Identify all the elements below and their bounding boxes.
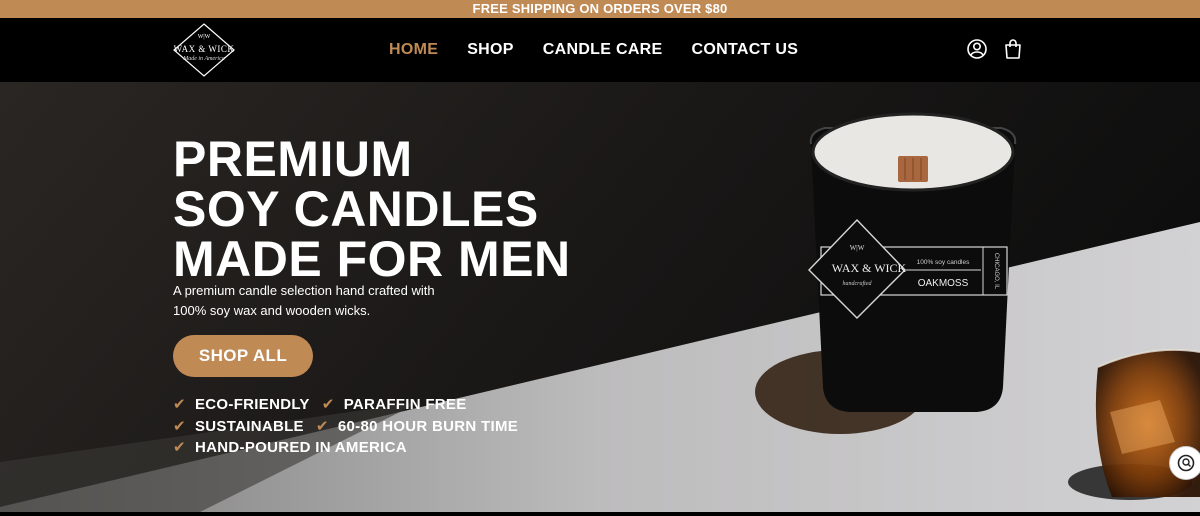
label-side: CHICAGO, IL: [993, 253, 999, 290]
zoom-in-button[interactable]: [1169, 446, 1200, 480]
hero-subtitle: A premium candle selection hand crafted …: [173, 281, 473, 321]
hero-banner: PREMIUM SOY CANDLES MADE FOR MEN A premi…: [0, 82, 1200, 512]
feature-label: 60-80 HOUR BURN TIME: [337, 417, 519, 435]
hero-title-line: PREMIUM: [173, 131, 413, 187]
logo-name: WAX & WICK: [173, 44, 235, 54]
label-monogram: W|W: [850, 244, 865, 252]
check-icon: ✔: [321, 396, 335, 413]
nav-candle-care[interactable]: CANDLE CARE: [543, 18, 663, 82]
hero-title-line: MADE FOR MEN: [173, 231, 571, 287]
nav-home[interactable]: HOME: [389, 18, 438, 82]
feature-item: ✔ SUSTAINABLE: [173, 416, 304, 438]
label-brand: WAX & WICK: [832, 261, 907, 275]
zoom-icon: [1177, 454, 1195, 472]
feature-label: HAND-POURED IN AMERICA: [195, 439, 407, 456]
hero-title-line: SOY CANDLES: [173, 181, 539, 237]
announcement-bar: FREE SHIPPING ON ORDERS OVER $80: [0, 0, 1200, 18]
candle-product-image: W|W WAX & WICK handcrafted 100% soy cand…: [755, 112, 1017, 434]
feature-label: ECO-FRIENDLY: [195, 396, 310, 413]
site-header: W|W WAX & WICK Made in America HOME SHOP…: [0, 18, 1200, 82]
feature-list: ✔ ECO-FRIENDLY ✔ PARAFFIN FREE ✔ SUSTAINABL…: [173, 394, 530, 459]
feature-label: PARAFFIN FREE: [343, 396, 467, 413]
logo[interactable]: W|W WAX & WICK Made in America: [170, 22, 238, 78]
account-icon[interactable]: [966, 38, 988, 60]
feature-item: ✔ ECO-FRIENDLY: [173, 394, 310, 416]
announcement-text: FREE SHIPPING ON ORDERS OVER $80: [472, 1, 728, 16]
logo-monogram: W|W: [197, 34, 211, 40]
bottom-border: [0, 512, 1200, 516]
check-icon: ✔: [173, 417, 186, 435]
cart-icon[interactable]: [1002, 38, 1024, 60]
label-script: handcrafted: [843, 280, 873, 287]
main-nav: HOME SHOP CANDLE CARE CONTACT US: [389, 18, 827, 82]
feature-item: ✔ HAND-POURED IN AMERICA: [173, 437, 407, 459]
feature-label: SUSTAINABLE: [195, 417, 304, 435]
shop-all-button[interactable]: SHOP ALL: [173, 335, 313, 377]
nav-shop[interactable]: SHOP: [467, 18, 514, 82]
hero-title: PREMIUM SOY CANDLES MADE FOR MEN: [173, 134, 571, 284]
logo-tagline: Made in America: [183, 56, 225, 62]
check-icon: ✔: [315, 417, 329, 435]
nav-contact-us[interactable]: CONTACT US: [692, 18, 799, 82]
label-scent: OAKMOSS: [918, 278, 969, 289]
hero-subtitle-line: 100% soy wax and wooden wicks.: [173, 303, 371, 318]
check-icon: ✔: [173, 439, 186, 456]
label-line1: 100% soy candles: [917, 259, 971, 266]
header-actions: [966, 38, 1024, 60]
feature-item: ✔ 60-80 HOUR BURN TIME: [316, 416, 518, 438]
check-icon: ✔: [173, 396, 186, 413]
feature-item: ✔ PARAFFIN FREE: [322, 394, 467, 416]
hero-subtitle-line: A premium candle selection hand crafted …: [173, 283, 435, 298]
